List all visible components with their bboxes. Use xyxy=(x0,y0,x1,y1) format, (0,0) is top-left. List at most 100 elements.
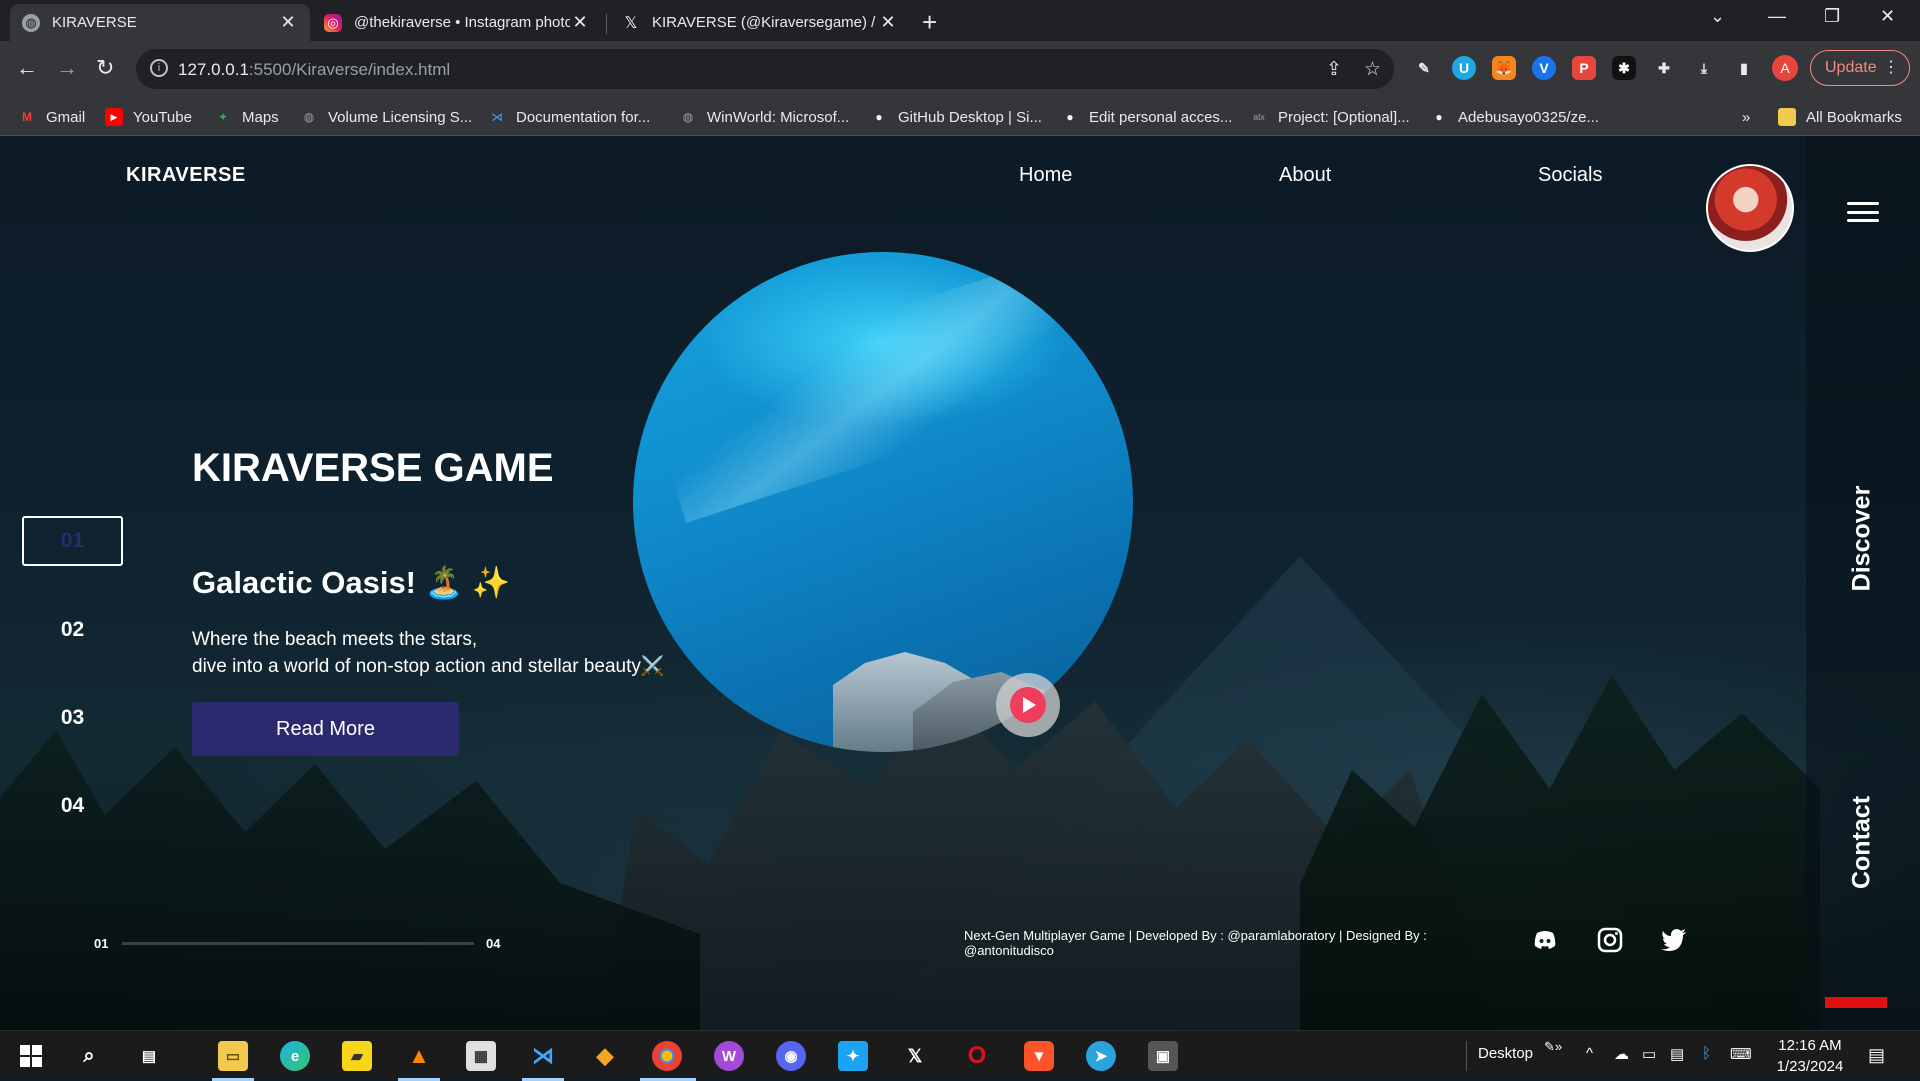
bookmarks-overflow-button[interactable]: » xyxy=(1742,104,1750,130)
blue-circle-extension-icon[interactable]: U xyxy=(1452,56,1476,80)
site-logo[interactable]: KIRAVERSE xyxy=(126,164,246,187)
description-line-1: Where the beach meets the stars, xyxy=(192,629,478,650)
git-app-icon[interactable]: ◆ xyxy=(590,1041,620,1071)
discover-link[interactable]: Discover xyxy=(1848,479,1877,599)
all-bookmarks-label: All Bookmarks xyxy=(1806,108,1902,126)
nav-socials[interactable]: Socials xyxy=(1538,164,1602,187)
hamburger-menu-icon[interactable] xyxy=(1847,202,1879,222)
tab-kiraverse[interactable]: ◍ KIRAVERSE ✕ xyxy=(10,4,310,41)
address-bar[interactable]: i 127.0.0.1:5500/Kiraverse/index.html ⇪ … xyxy=(136,49,1394,89)
bookmark-winworld[interactable]: ◍ WinWorld: Microsof... xyxy=(679,104,850,130)
minimize-icon[interactable]: — xyxy=(1768,6,1786,27)
share-icon[interactable]: ⇪ xyxy=(1326,58,1342,81)
back-icon[interactable]: ← xyxy=(16,55,38,81)
battery-icon[interactable]: ▭ xyxy=(1642,1045,1656,1063)
search-icon[interactable]: ⌕ xyxy=(74,1041,104,1071)
bookmark-maps[interactable]: ✦ Maps xyxy=(214,104,279,130)
photos-icon[interactable]: ▣ xyxy=(1148,1041,1178,1071)
bookmark-label: Gmail xyxy=(46,108,86,126)
tab-x[interactable]: 𝕏 KIRAVERSE (@Kiraversegame) / X ✕ xyxy=(610,4,910,41)
nav-about[interactable]: About xyxy=(1279,164,1331,187)
profile-avatar[interactable]: A xyxy=(1772,55,1798,81)
bookmark-documentation[interactable]: ⋊ Documentation for... xyxy=(488,104,650,130)
close-tab-icon[interactable]: ✕ xyxy=(570,12,590,33)
all-bookmarks[interactable]: All Bookmarks xyxy=(1778,104,1902,130)
bookmark-adebusayo[interactable]: ● Adebusayo0325/ze... xyxy=(1430,104,1599,130)
maximize-icon[interactable]: ❐ xyxy=(1824,6,1840,27)
onedrive-icon[interactable]: ☁ xyxy=(1614,1045,1629,1063)
slide-indicator-04[interactable]: 04 xyxy=(22,781,123,831)
instagram-icon[interactable] xyxy=(1596,926,1624,954)
show-hidden-icons-icon[interactable]: ^ xyxy=(1586,1045,1593,1062)
network-icon[interactable]: ▤ xyxy=(1670,1045,1684,1063)
close-window-icon[interactable]: ✕ xyxy=(1880,6,1895,27)
brave-icon[interactable]: ▼ xyxy=(1024,1041,1054,1071)
windows-start-icon[interactable] xyxy=(16,1041,46,1071)
p-extension-icon[interactable]: P xyxy=(1572,56,1596,80)
tab-instagram[interactable]: ◎ @thekiraverse • Instagram photo ✕ xyxy=(312,4,602,41)
close-tab-icon[interactable]: ✕ xyxy=(278,12,298,33)
twitter-icon[interactable] xyxy=(1660,926,1688,954)
telegram-icon[interactable]: ➤ xyxy=(1086,1041,1116,1071)
bookmark-project[interactable]: alx Project: [Optional]... xyxy=(1250,104,1410,130)
youtube-icon: ▶ xyxy=(105,108,123,126)
vlc-icon[interactable]: ▲ xyxy=(404,1041,434,1071)
update-label: Update xyxy=(1825,59,1877,76)
x-taskbar-icon[interactable]: 𝕏 xyxy=(900,1041,930,1071)
notifications-icon[interactable]: ▤ xyxy=(1868,1045,1885,1066)
file-explorer-icon[interactable]: ▭ xyxy=(218,1041,248,1071)
forward-icon[interactable]: → xyxy=(56,55,78,81)
vscode-icon[interactable]: ⋊ xyxy=(528,1041,558,1071)
v-extension-icon[interactable]: V xyxy=(1532,56,1556,80)
slide-indicator-03[interactable]: 03 xyxy=(22,693,123,743)
close-tab-icon[interactable]: ✕ xyxy=(878,12,898,33)
side-panel-icon[interactable]: ▮ xyxy=(1732,56,1756,80)
system-clock[interactable]: 12:16 AM 1/23/2024 xyxy=(1770,1035,1850,1077)
vscode-icon: ⋊ xyxy=(491,110,503,124)
update-button[interactable]: Update ⋮ xyxy=(1810,50,1910,86)
download-icon[interactable]: ⤓ xyxy=(1692,56,1716,80)
reload-icon[interactable]: ↻ xyxy=(96,55,114,81)
discord-taskbar-icon[interactable]: ◉ xyxy=(776,1041,806,1071)
slide-indicator-02[interactable]: 02 xyxy=(22,605,123,655)
keyboard-icon[interactable]: ⌨ xyxy=(1730,1045,1752,1063)
taskbar-divider xyxy=(1466,1041,1467,1071)
slack-extension-icon[interactable]: ✱ xyxy=(1612,56,1636,80)
bookmark-gmail[interactable]: M Gmail xyxy=(18,104,85,130)
chrome-icon[interactable] xyxy=(652,1041,682,1071)
notepad-tray-icon[interactable]: ✎» xyxy=(1544,1039,1562,1055)
bookmark-star-icon[interactable]: ☆ xyxy=(1364,58,1381,81)
tab-search-icon[interactable]: ⌄ xyxy=(1710,6,1725,27)
new-tab-icon[interactable]: + xyxy=(922,7,937,38)
desktop-toolbar-label[interactable]: Desktop xyxy=(1478,1045,1533,1062)
more-menu-icon[interactable]: ⋮ xyxy=(1883,51,1899,85)
progress-start-label: 01 xyxy=(94,936,109,951)
metamask-icon[interactable]: 🦊 xyxy=(1492,56,1516,80)
w-app-icon[interactable]: W xyxy=(714,1041,744,1071)
opera-icon[interactable]: O xyxy=(962,1041,992,1071)
bookmark-youtube[interactable]: ▶ YouTube xyxy=(105,104,192,130)
footer-line-2: @antonitudisco xyxy=(964,943,1054,958)
contact-link[interactable]: Contact xyxy=(1848,783,1877,903)
site-info-icon[interactable]: i xyxy=(150,59,168,77)
task-view-icon[interactable]: ▤ xyxy=(134,1041,164,1071)
bookmark-edit-personal-access[interactable]: ● Edit personal acces... xyxy=(1061,104,1232,130)
bookmark-label: Adebusayo0325/ze... xyxy=(1458,108,1599,126)
bookmark-github-desktop[interactable]: ● GitHub Desktop | Si... xyxy=(870,104,1042,130)
bookmark-label: GitHub Desktop | Si... xyxy=(898,108,1042,126)
sticky-notes-icon[interactable]: ▰ xyxy=(342,1041,372,1071)
edge-icon[interactable]: e xyxy=(280,1041,310,1071)
twitter-taskbar-icon[interactable]: ✦ xyxy=(838,1041,868,1071)
discord-icon[interactable] xyxy=(1531,926,1559,954)
slide-indicator-01[interactable]: 01 xyxy=(22,516,123,566)
nav-home[interactable]: Home xyxy=(1019,164,1072,187)
read-more-button[interactable]: Read More xyxy=(192,702,459,756)
calculator-icon[interactable]: ▦ xyxy=(466,1041,496,1071)
bluetooth-icon[interactable]: ᛒ xyxy=(1702,1045,1711,1062)
extensions-puzzle-icon[interactable]: ✚ xyxy=(1652,56,1676,80)
eyedropper-extension-icon[interactable]: ✎ xyxy=(1412,56,1436,80)
bookmark-volume-licensing[interactable]: ◍ Volume Licensing S... xyxy=(300,104,473,130)
github-icon: ● xyxy=(875,110,883,124)
play-video-button[interactable] xyxy=(996,673,1060,737)
character-avatar[interactable] xyxy=(1706,164,1794,252)
